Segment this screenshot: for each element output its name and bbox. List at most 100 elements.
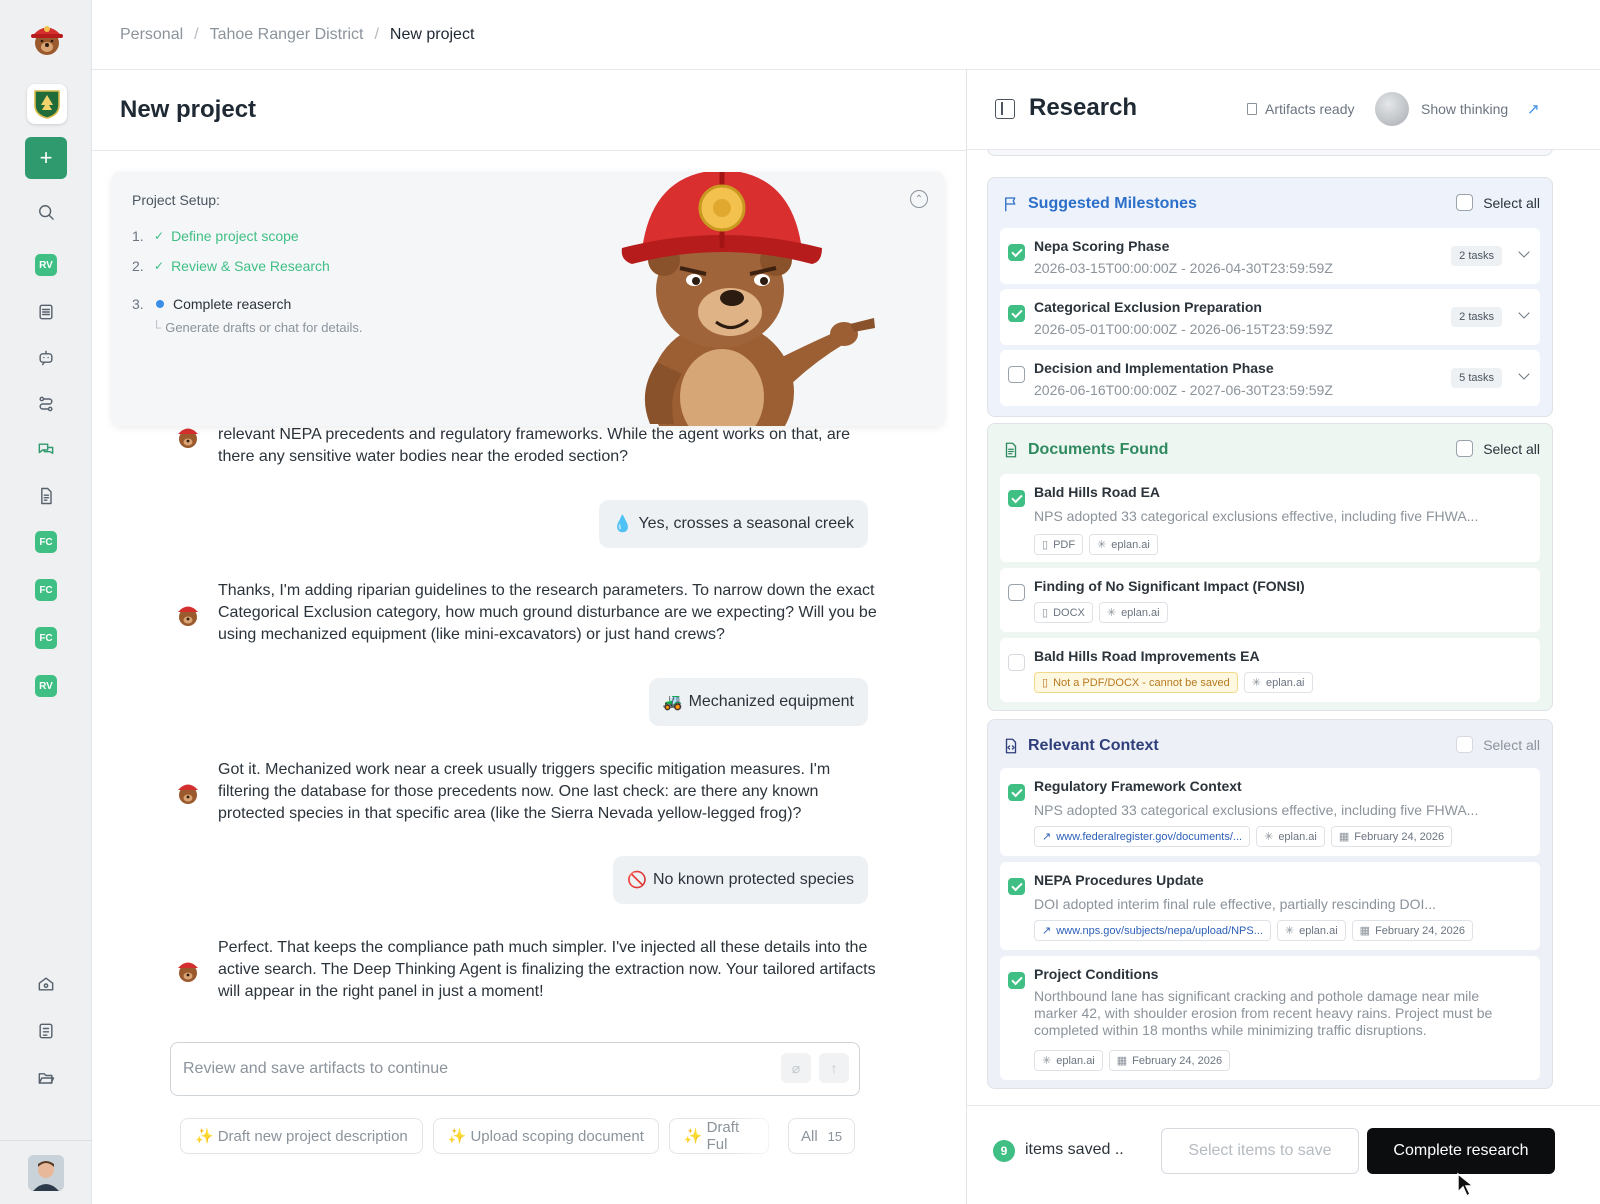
- checkbox[interactable]: [1008, 972, 1025, 989]
- external-link-icon: ↗: [1042, 831, 1052, 843]
- home-nav-button[interactable]: [30, 968, 62, 1000]
- bear-mascot-icon[interactable]: [26, 18, 68, 60]
- context-item[interactable]: Project Conditions Northbound lane has s…: [1000, 956, 1540, 1080]
- user-message: 🚫 No known protected species: [613, 856, 868, 904]
- document-item[interactable]: Finding of No Significant Impact (FONSI)…: [1000, 568, 1540, 632]
- header-divider: [92, 150, 966, 151]
- breadcrumb-personal[interactable]: Personal: [120, 26, 183, 44]
- context-item[interactable]: Regulatory Framework Context NPS adopted…: [1000, 768, 1540, 856]
- workflow-nav-button[interactable]: [30, 388, 62, 420]
- saved-count-badge: 9: [993, 1140, 1015, 1162]
- user-message-text: Yes, crosses a seasonal creek: [638, 515, 854, 532]
- milestone-title: Categorical Exclusion Preparation: [1034, 299, 1262, 315]
- file-type-tag: ▯ DOCX: [1034, 602, 1093, 623]
- collapse-button[interactable]: ⌃: [910, 190, 928, 208]
- select-all-label: Select all: [1483, 736, 1540, 753]
- artifacts-status: Artifacts ready: [1247, 101, 1354, 117]
- breadcrumb: Personal / Tahoe Ranger District / New p…: [92, 0, 1600, 70]
- project-badge-fc-2[interactable]: FC: [35, 579, 57, 601]
- chip-all-label: All: [801, 1127, 818, 1145]
- user-message-text: No known protected species: [653, 871, 854, 888]
- setup-title: Project Setup:: [132, 192, 220, 208]
- checkbox[interactable]: [1456, 194, 1474, 211]
- documents-select-all[interactable]: Select all: [1456, 440, 1540, 457]
- step-number: 3.: [132, 296, 144, 312]
- chat-input[interactable]: Review and save artifacts to continue ⌀ …: [170, 1042, 860, 1096]
- file-icon: ▯: [1042, 677, 1049, 689]
- notes-nav-button[interactable]: [30, 1015, 62, 1047]
- chevron-down-icon[interactable]: [1518, 368, 1530, 380]
- chat-icon: [38, 443, 54, 455]
- context-select-all[interactable]: Select all: [1456, 736, 1540, 753]
- bear-mascot-icon: [178, 962, 198, 982]
- search-nav-button[interactable]: [30, 196, 62, 228]
- documents-nav-button[interactable]: [30, 480, 62, 512]
- complete-research-button[interactable]: Complete research: [1367, 1128, 1555, 1174]
- plus-icon: +: [39, 145, 53, 170]
- select-items-button[interactable]: Select items to save: [1161, 1128, 1359, 1174]
- milestones-select-all[interactable]: Select all: [1456, 194, 1540, 211]
- project-badge-rv-2[interactable]: RV: [35, 675, 57, 697]
- arrow-up-icon: ↑: [830, 1060, 838, 1076]
- checkbox[interactable]: [1008, 490, 1025, 507]
- agent-message: Got it. Mechanized work near a creek usu…: [218, 761, 831, 822]
- asterisk-icon: ✳: [1097, 539, 1107, 551]
- setup-step-2[interactable]: 2. ✓ Review & Save Research: [132, 258, 330, 274]
- external-link-icon[interactable]: ↗: [1527, 100, 1540, 118]
- suggestion-chip[interactable]: ✨ Upload scoping document: [432, 1118, 659, 1154]
- project-badge-fc-1[interactable]: FC: [35, 531, 57, 553]
- milestone-item[interactable]: Categorical Exclusion Preparation 2026-0…: [1000, 289, 1540, 345]
- usfs-shield-icon: [34, 90, 60, 119]
- send-button[interactable]: ↑: [819, 1053, 849, 1083]
- bear-mascot-icon: [178, 606, 198, 626]
- checkbox[interactable]: [1456, 440, 1474, 457]
- setup-step-3[interactable]: 3. Complete reaserch: [132, 296, 291, 312]
- project-badge-rv-1[interactable]: RV: [35, 254, 57, 276]
- paperclip-icon: ⌀: [791, 1059, 801, 1076]
- research-title: Research: [1029, 94, 1138, 121]
- list-nav-button[interactable]: [30, 296, 62, 328]
- milestone-title: Decision and Implementation Phase: [1034, 360, 1274, 376]
- attach-button[interactable]: ⌀: [781, 1053, 811, 1083]
- document-item[interactable]: Bald Hills Road EA NPS adopted 33 catego…: [1000, 474, 1540, 562]
- organization-switcher[interactable]: [27, 84, 67, 124]
- files-nav-button[interactable]: [30, 1062, 62, 1094]
- checkbox[interactable]: [1008, 584, 1025, 601]
- project-setup-card: Project Setup: 1. ✓ Define project scope…: [112, 172, 944, 426]
- checkbox[interactable]: [1008, 366, 1025, 383]
- suggestion-chip[interactable]: ✨ Draft new project description: [180, 1118, 423, 1154]
- project-badge-fc-3[interactable]: FC: [35, 627, 57, 649]
- agent-message: relevant NEPA precedents and regulatory …: [218, 426, 851, 465]
- sparkle-icon: ✨: [447, 1128, 467, 1145]
- setup-step-1[interactable]: 1. ✓ Define project scope: [132, 228, 299, 244]
- checkbox[interactable]: [1008, 305, 1025, 322]
- research-scroll-area[interactable]: Suggested Milestones Select all Nepa Sco…: [967, 150, 1600, 1105]
- panel-toggle-icon[interactable]: [995, 99, 1015, 119]
- chat-nav-button[interactable]: [30, 434, 62, 466]
- assistant-nav-button[interactable]: [30, 342, 62, 374]
- url-tag[interactable]: ↗ www.nps.gov/subjects/nepa/upload/NPS...: [1034, 920, 1271, 941]
- show-thinking-link[interactable]: Show thinking: [1421, 101, 1508, 117]
- url-tag[interactable]: ↗ www.federalregister.gov/documents/...: [1034, 826, 1251, 847]
- context-item[interactable]: NEPA Procedures Update DOI adopted inter…: [1000, 862, 1540, 950]
- context-item-tags: ✳ eplan.ai ▦ February 24, 2026: [1034, 1050, 1231, 1071]
- user-avatar[interactable]: [28, 1155, 64, 1191]
- breadcrumb-current: New project: [389, 25, 475, 43]
- warning-tag: ▯ Not a PDF/DOCX - cannot be saved: [1034, 672, 1238, 693]
- firefighter-bear-mascot-icon: [621, 172, 875, 426]
- milestone-item[interactable]: Nepa Scoring Phase 2026-03-15T00:00:00Z …: [1000, 228, 1540, 284]
- context-item-tags: ↗ www.federalregister.gov/documents/... ✳…: [1034, 826, 1453, 847]
- chevron-down-icon[interactable]: [1518, 307, 1530, 319]
- checkbox[interactable]: [1008, 878, 1025, 895]
- checkbox[interactable]: [1008, 244, 1025, 261]
- chat-input-placeholder: Review and save artifacts to continue: [183, 1060, 449, 1077]
- tag-label: eplan.ai: [1299, 924, 1338, 937]
- new-project-button[interactable]: +: [25, 137, 67, 179]
- bear-mascot-icon: [178, 784, 198, 804]
- checkbox[interactable]: [1456, 736, 1474, 753]
- milestone-item[interactable]: Decision and Implementation Phase 2026-0…: [1000, 350, 1540, 406]
- chevron-down-icon[interactable]: [1518, 246, 1530, 258]
- breadcrumb-district[interactable]: Tahoe Ranger District: [210, 26, 364, 44]
- checkbox[interactable]: [1008, 784, 1025, 801]
- all-suggestions-button[interactable]: All 15: [788, 1118, 856, 1154]
